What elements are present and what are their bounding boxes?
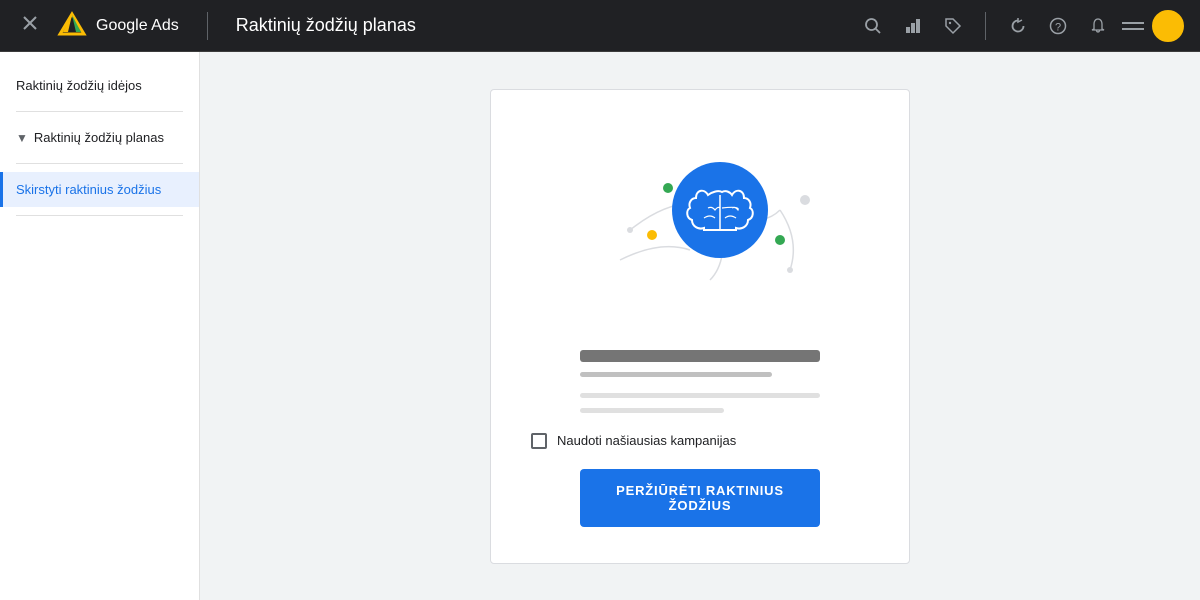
sidebar-item-sort-keywords[interactable]: Skirstyti raktinius žodžius	[0, 172, 199, 207]
main-card: Naudoti našiausias kampanijas PERŽIŪRĖTI…	[490, 89, 910, 564]
layout: Raktinių žodžių idėjos ▼ Raktinių žodžių…	[0, 52, 1200, 600]
help-icon-button[interactable]: ?	[1042, 10, 1074, 42]
expand-icon: ▼	[16, 131, 28, 145]
sidebar-item-keyword-plan[interactable]: ▼ Raktinių žodžių planas	[0, 120, 199, 155]
menu-lines-button[interactable]	[1122, 22, 1144, 30]
line-2	[580, 372, 772, 377]
chart-icon-button[interactable]	[897, 10, 929, 42]
topbar-right: ?	[857, 10, 1184, 42]
card-content-lines	[580, 350, 820, 413]
tag-icon-button[interactable]	[937, 10, 969, 42]
search-icon-button[interactable]	[857, 10, 889, 42]
sidebar-divider-2	[16, 163, 183, 164]
line-1	[580, 350, 820, 362]
svg-text:?: ?	[1055, 21, 1061, 33]
sidebar-item-keyword-ideas[interactable]: Raktinių žodžių idėjos	[0, 68, 199, 103]
sidebar-item-sort-keywords-label: Skirstyti raktinius žodžius	[16, 182, 161, 197]
app-name: Google Ads	[96, 17, 179, 35]
main-content: Naudoti našiausias kampanijas PERŽIŪRĖTI…	[200, 52, 1200, 600]
bell-icon-button[interactable]	[1082, 10, 1114, 42]
topbar: Google Ads Raktinių žodžių planas	[0, 0, 1200, 52]
refresh-icon-button[interactable]	[1002, 10, 1034, 42]
best-campaigns-checkbox[interactable]	[531, 433, 547, 449]
illustration	[560, 130, 840, 330]
review-keywords-button[interactable]: PERŽIŪRĖTI RAKTINIUS ŽODŽIUS	[580, 469, 820, 527]
checkbox-label: Naudoti našiausias kampanijas	[557, 433, 736, 448]
page-title: Raktinių žodžių planas	[236, 15, 416, 36]
checkbox-row: Naudoti našiausias kampanijas	[531, 433, 736, 449]
close-button[interactable]	[16, 9, 44, 42]
line-4	[580, 408, 724, 413]
sidebar-item-keyword-plan-label: Raktinių žodžių planas	[34, 130, 164, 145]
topbar-left: Google Ads Raktinių žodžių planas	[16, 9, 416, 42]
google-ads-logo: Google Ads	[56, 10, 179, 42]
sidebar-divider-1	[16, 111, 183, 112]
sidebar-item-keyword-ideas-label: Raktinių žodžių idėjos	[16, 78, 142, 93]
illustration-svg	[560, 130, 840, 330]
sidebar: Raktinių žodžių idėjos ▼ Raktinių žodžių…	[0, 52, 200, 600]
sidebar-divider-3	[16, 215, 183, 216]
topbar-divider	[207, 12, 208, 40]
topbar-separator	[985, 12, 986, 40]
line-3	[580, 393, 820, 398]
avatar[interactable]	[1152, 10, 1184, 42]
logo-icon	[56, 10, 88, 42]
